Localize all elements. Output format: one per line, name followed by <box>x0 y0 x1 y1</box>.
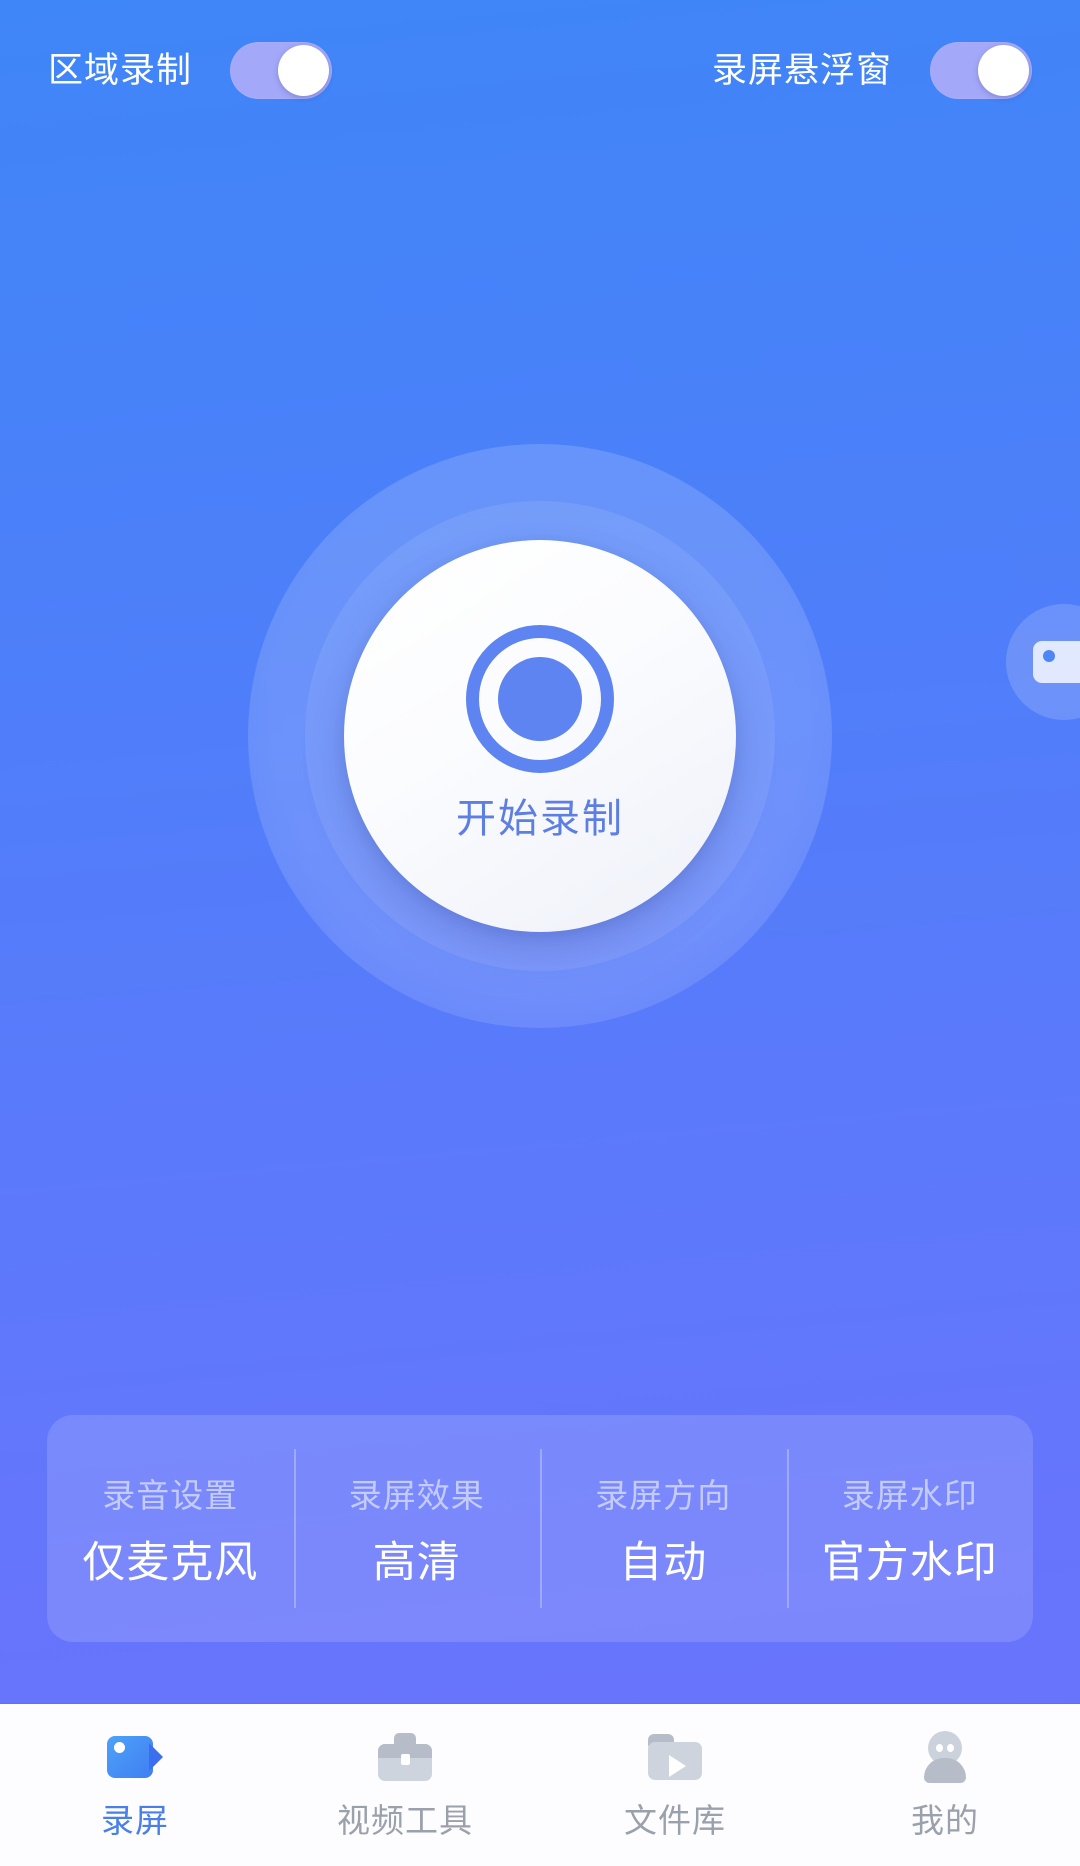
nav-item-file-library[interactable]: 文件库 <box>540 1726 810 1837</box>
setting-value: 官方水印 <box>821 1538 998 1587</box>
setting-audio[interactable]: 录音设置 仅麦克风 <box>47 1415 294 1642</box>
floating-window-group: 录屏悬浮窗 <box>712 42 1032 99</box>
region-record-toggle[interactable] <box>230 42 333 99</box>
setting-watermark[interactable]: 录屏水印 官方水印 <box>786 1415 1034 1642</box>
bottom-navigation: 录屏 视频工具 文件库 我的 <box>0 1704 1080 1866</box>
start-record-button[interactable]: 开始录制 <box>344 540 736 932</box>
settings-card: 录音设置 仅麦克风 录屏效果 高清 录屏方向 自动 录屏水印 官方水印 <box>47 1415 1033 1642</box>
setting-value: 高清 <box>372 1538 461 1587</box>
top-toggle-bar: 区域录制 录屏悬浮窗 <box>0 0 1080 140</box>
setting-quality[interactable]: 录屏效果 高清 <box>293 1415 541 1642</box>
nav-label: 录屏 <box>101 1802 169 1839</box>
nav-label: 视频工具 <box>337 1802 473 1839</box>
toggle-knob <box>278 45 330 96</box>
app-screen: 区域录制 录屏悬浮窗 开始录制 录音设置 仅麦克风 录屏效果 高清 录屏方向 自… <box>0 0 1080 1866</box>
folder-play-icon <box>644 1726 706 1788</box>
nav-item-video-tools[interactable]: 视频工具 <box>270 1726 540 1837</box>
floating-recorder-bubble[interactable] <box>1006 604 1080 720</box>
region-record-label: 区域录制 <box>48 51 193 90</box>
record-dot <box>498 657 582 741</box>
floating-window-label: 录屏悬浮窗 <box>711 51 892 90</box>
region-record-group: 区域录制 <box>48 42 333 99</box>
record-circle-icon <box>466 625 614 773</box>
setting-title: 录屏水印 <box>841 1476 978 1514</box>
toolbox-icon <box>374 1726 436 1788</box>
setting-orientation[interactable]: 录屏方向 自动 <box>540 1415 787 1642</box>
setting-title: 录屏效果 <box>348 1476 485 1514</box>
camcorder-icon <box>1033 641 1080 683</box>
setting-title: 录音设置 <box>102 1476 239 1514</box>
floating-window-toggle[interactable] <box>930 42 1032 99</box>
toggle-knob <box>978 45 1029 96</box>
person-icon <box>914 1726 976 1788</box>
nav-item-profile[interactable]: 我的 <box>810 1726 1080 1837</box>
nav-item-record[interactable]: 录屏 <box>0 1726 270 1837</box>
start-record-label: 开始录制 <box>456 797 624 841</box>
setting-title: 录屏方向 <box>595 1476 732 1514</box>
setting-value: 仅麦克风 <box>82 1538 259 1587</box>
camcorder-icon <box>104 1726 166 1788</box>
setting-value: 自动 <box>619 1538 708 1587</box>
nav-label: 文件库 <box>624 1802 726 1839</box>
camcorder-lens-dot <box>1043 650 1055 662</box>
nav-label: 我的 <box>911 1802 979 1839</box>
